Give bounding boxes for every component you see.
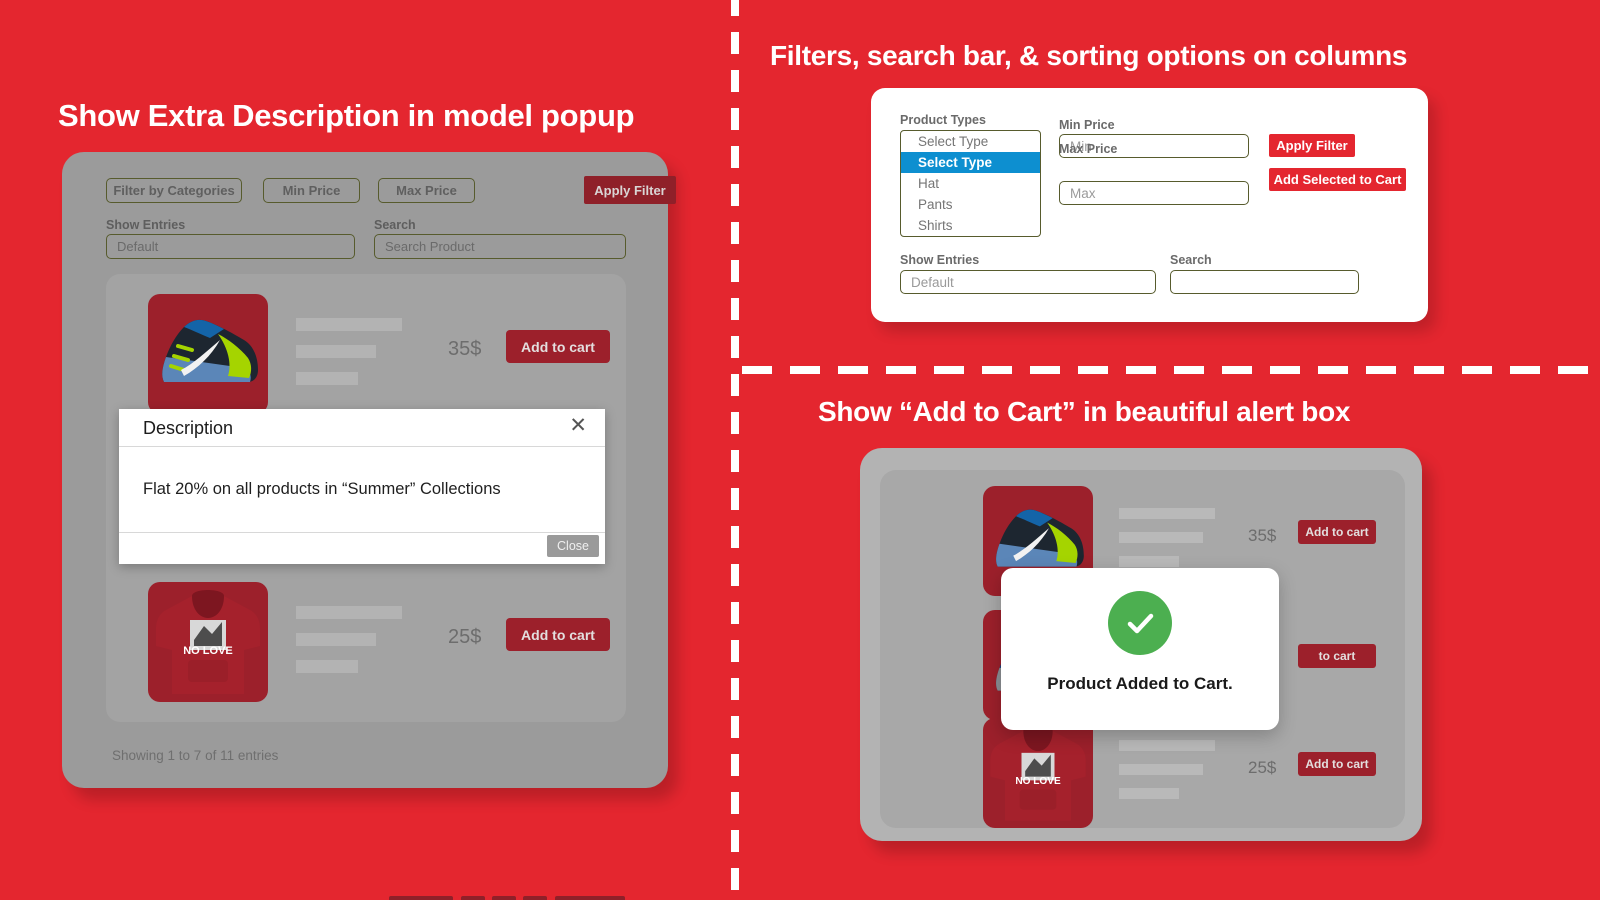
- product-text-placeholder: [1119, 740, 1215, 812]
- product-price: 35$: [448, 338, 482, 360]
- select-option-pants[interactable]: Pants: [901, 194, 1040, 215]
- select-current-value: Select Type: [918, 134, 989, 149]
- modal-header: Description ✕: [119, 409, 605, 447]
- product-thumbnail[interactable]: NO LOVE: [983, 718, 1093, 828]
- page-title-top-right: Filters, search bar, & sorting options o…: [770, 40, 1408, 71]
- product-text-placeholder: [296, 318, 402, 399]
- min-price-label: Min Price: [1059, 118, 1115, 132]
- pagination-next-button[interactable]: Next: [555, 896, 625, 900]
- max-price-input[interactable]: Max: [1059, 181, 1249, 205]
- pagination-page-2-button[interactable]: 2: [492, 896, 516, 900]
- modal-body: Flat 20% on all products in “Summer” Col…: [119, 447, 605, 533]
- pagination-previous-button[interactable]: Previous: [389, 896, 453, 900]
- placeholder-bar: [1119, 740, 1215, 751]
- placeholder-bar: [1119, 532, 1203, 543]
- placeholder-bar: [296, 660, 358, 673]
- apply-filter-button[interactable]: Apply Filter: [584, 176, 676, 204]
- modal-title: Description: [143, 418, 234, 438]
- product-price: 35$: [1248, 526, 1277, 545]
- success-check-icon: [1108, 591, 1172, 655]
- max-price-input[interactable]: Max Price: [378, 178, 475, 203]
- show-entries-label: Show Entries: [106, 218, 186, 232]
- placeholder-bar: [1119, 508, 1215, 519]
- placeholder-bar: [296, 633, 376, 646]
- apply-filter-button[interactable]: Apply Filter: [1269, 134, 1355, 157]
- pagination-page-3-button[interactable]: 3: [523, 896, 547, 900]
- placeholder-bar: [296, 318, 402, 331]
- select-option-shirts[interactable]: Shirts: [901, 215, 1040, 236]
- product-types-label: Product Types: [900, 113, 986, 127]
- product-thumbnail[interactable]: NO LOVE: [148, 582, 268, 702]
- product-row: NO LOVE 25$ Add to cart: [148, 582, 610, 702]
- page-title-left: Show Extra Description in model popup: [58, 98, 635, 133]
- filters-card: Product Types Select Type Select Type Ha…: [871, 88, 1428, 322]
- select-option-hat[interactable]: Hat: [901, 173, 1040, 194]
- placeholder-bar: [296, 606, 402, 619]
- add-to-cart-alert: Product Added to Cart.: [1001, 568, 1279, 730]
- add-to-cart-button[interactable]: Add to cart: [506, 330, 610, 363]
- product-types-select[interactable]: Select Type Select Type Hat Pants Shirts: [900, 130, 1041, 237]
- alert-message: Product Added to Cart.: [1047, 674, 1233, 693]
- add-to-cart-button[interactable]: to cart: [1298, 644, 1376, 668]
- search-input[interactable]: Search Product: [374, 234, 626, 259]
- pagination-page-1-button[interactable]: 1: [461, 896, 485, 900]
- description-modal: Description ✕ Flat 20% on all products i…: [119, 409, 605, 564]
- select-option-select-type[interactable]: Select Type: [901, 152, 1040, 173]
- modal-close-button[interactable]: Close: [547, 535, 599, 557]
- horizontal-dashed-divider: [742, 366, 1600, 374]
- show-entries-select[interactable]: Default: [106, 234, 355, 259]
- search-label: Search: [374, 218, 416, 232]
- product-price: 25$: [448, 626, 482, 648]
- page-title-bottom-right: Show “Add to Cart” in beautiful alert bo…: [818, 396, 1351, 427]
- placeholder-bar: [1119, 788, 1179, 799]
- search-label: Search: [1170, 253, 1212, 267]
- add-to-cart-button[interactable]: Add to cart: [1298, 520, 1376, 544]
- add-to-cart-button[interactable]: Add to cart: [506, 618, 610, 651]
- max-price-label: Max Price: [1059, 142, 1118, 156]
- show-entries-label: Show Entries: [900, 253, 980, 267]
- close-x-icon[interactable]: ✕: [569, 415, 587, 436]
- product-thumbnail[interactable]: [148, 294, 268, 414]
- entries-summary: Showing 1 to 7 of 11 entries: [112, 748, 279, 763]
- show-entries-select[interactable]: Default: [900, 270, 1156, 294]
- svg-text:NO LOVE: NO LOVE: [183, 645, 233, 657]
- product-text-placeholder: [296, 606, 402, 687]
- add-to-cart-button[interactable]: Add to cart: [1298, 752, 1376, 776]
- placeholder-bar: [296, 372, 358, 385]
- product-row: NO LOVE 25$ Add to cart: [983, 718, 1403, 828]
- vertical-dashed-divider: [731, 0, 739, 900]
- search-input[interactable]: [1170, 270, 1359, 294]
- filter-by-categories-select[interactable]: Filter by Categories: [106, 178, 242, 203]
- placeholder-bar: [1119, 764, 1203, 775]
- min-price-input[interactable]: Min Price: [263, 178, 360, 203]
- modal-description-text: Flat 20% on all products in “Summer” Col…: [143, 480, 501, 498]
- placeholder-bar: [1119, 556, 1179, 567]
- hoodie-icon: NO LOVE: [990, 725, 1086, 821]
- hoodie-icon: NO LOVE: [156, 590, 260, 694]
- placeholder-bar: [296, 345, 376, 358]
- add-selected-to-cart-button[interactable]: Add Selected to Cart: [1269, 168, 1406, 191]
- product-row: 35$ Add to cart: [148, 294, 610, 414]
- product-price: 25$: [1248, 758, 1277, 777]
- modal-footer: Close: [119, 533, 605, 563]
- running-shoe-icon: [162, 319, 258, 382]
- svg-text:NO LOVE: NO LOVE: [1015, 776, 1061, 787]
